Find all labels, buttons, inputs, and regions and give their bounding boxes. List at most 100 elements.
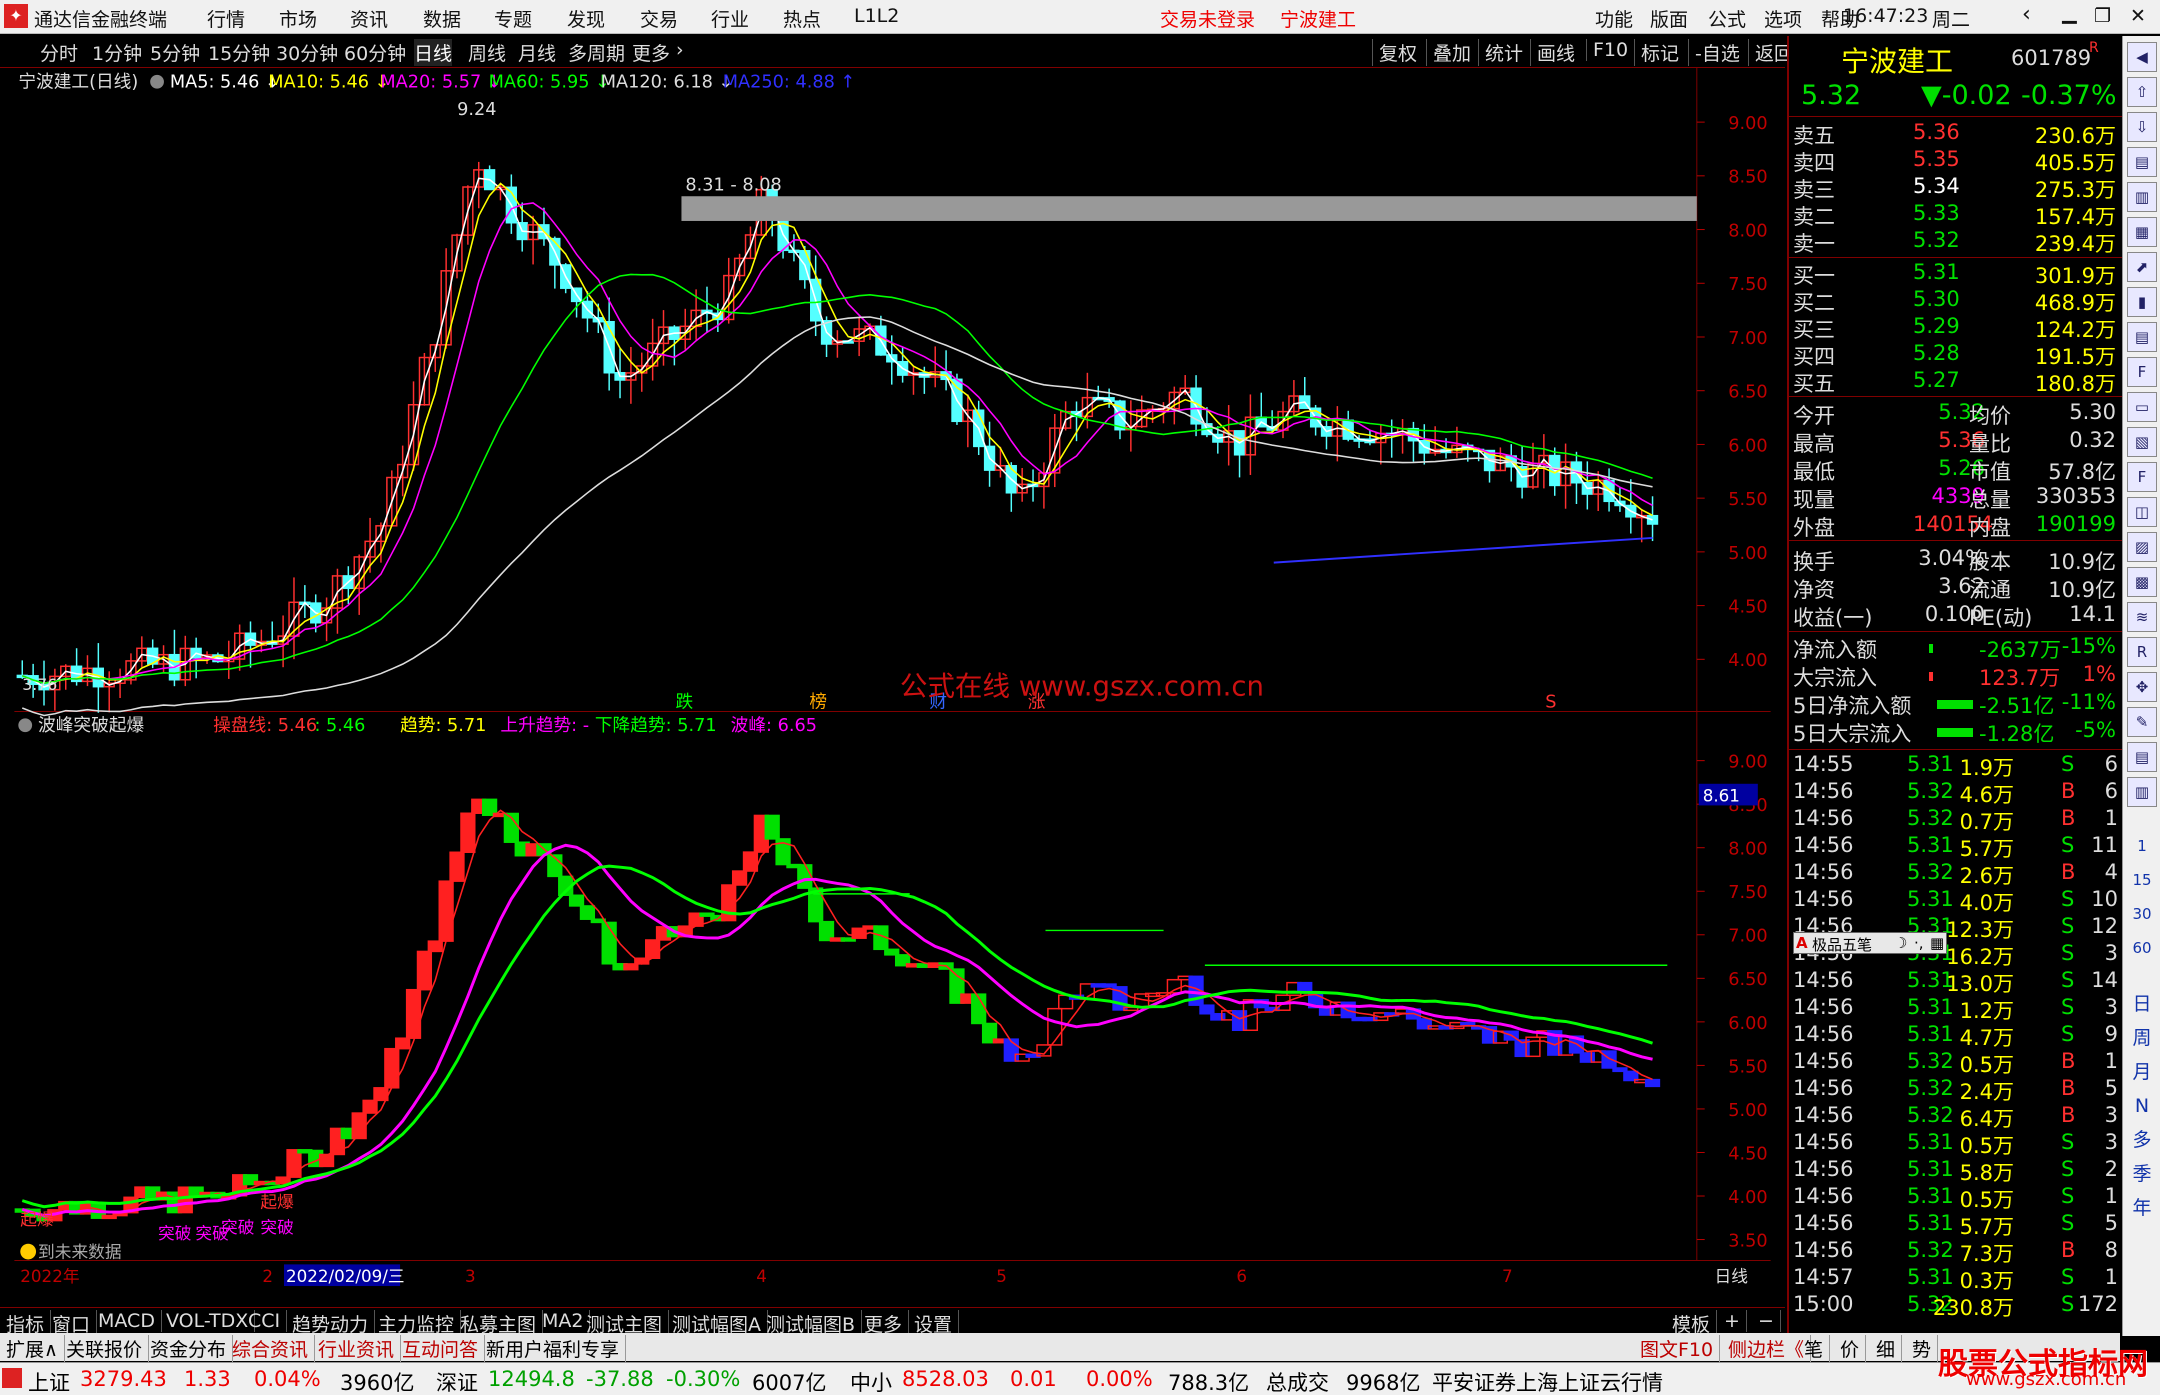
link-right-1[interactable]: 侧边栏《: [1728, 1335, 1812, 1362]
menu-item-2[interactable]: 资讯: [350, 5, 388, 32]
link-right-5[interactable]: 势: [1912, 1335, 1939, 1362]
indicator-tab-4[interactable]: CCI: [248, 1310, 288, 1332]
side-tool-icon-6[interactable]: ⬈: [2127, 252, 2157, 282]
ask-row-0[interactable]: 卖五 5.36 230.6万: [1789, 120, 2122, 148]
remove-icon[interactable]: −: [1758, 1310, 1781, 1332]
side-tool-icon-18[interactable]: ✥: [2127, 672, 2157, 702]
link-right-3[interactable]: 价: [1840, 1335, 1867, 1362]
toolbar-button-1[interactable]: 叠加: [1426, 39, 1471, 66]
bid-row-1[interactable]: 买二 5.30 468.9万: [1789, 287, 2122, 315]
link-3[interactable]: 综合资讯: [232, 1335, 316, 1362]
period-tab-6[interactable]: 日线: [414, 39, 453, 66]
side-tool-icon-3[interactable]: ▤: [2127, 147, 2157, 177]
menu-item-5[interactable]: 发现: [567, 5, 605, 32]
toolbar-button-3[interactable]: 画线: [1530, 39, 1575, 66]
ask-row-4[interactable]: 卖一 5.32 239.4万: [1789, 228, 2122, 256]
bid-row-4[interactable]: 买五 5.27 180.8万: [1789, 368, 2122, 396]
period-tab-5[interactable]: 60分钟: [344, 39, 406, 66]
period-switch-5[interactable]: 季: [2127, 1160, 2157, 1190]
toolbar-button-4[interactable]: F10: [1586, 39, 1628, 61]
event-marker-4[interactable]: S: [1545, 693, 1556, 713]
menu-item-6[interactable]: 交易: [640, 5, 678, 32]
legend-settings-icon[interactable]: [150, 74, 164, 89]
side-num-icon-1[interactable]: 1: [2127, 832, 2157, 862]
side-tool-icon-9[interactable]: F: [2127, 357, 2157, 387]
toolbar-button-2[interactable]: 统计: [1478, 39, 1523, 66]
link-2[interactable]: 资金分布: [150, 1335, 234, 1362]
menu-item-8[interactable]: 热点: [783, 5, 821, 32]
side-tool-icon-12[interactable]: F: [2127, 462, 2157, 492]
event-marker-1[interactable]: 榜: [809, 692, 827, 713]
side-tool-icon-11[interactable]: ▧: [2127, 427, 2157, 457]
side-tool-icon-19[interactable]: ✎: [2127, 707, 2157, 737]
menu-item-4[interactable]: 专题: [494, 5, 532, 32]
bid-row-3[interactable]: 买四 5.28 191.5万: [1789, 341, 2122, 369]
side-tool-icon-0[interactable]: ◀: [2127, 42, 2157, 72]
toolbar-button-0[interactable]: 复权: [1372, 39, 1417, 66]
period-switch-2[interactable]: 月: [2127, 1058, 2157, 1088]
sub-legend-settings-icon[interactable]: [18, 718, 33, 733]
side-tool-icon-7[interactable]: ▮: [2127, 287, 2157, 317]
period-switch-3[interactable]: N: [2127, 1092, 2157, 1122]
side-tool-icon-5[interactable]: ▦: [2127, 217, 2157, 247]
indicator-tab-3[interactable]: VOL-TDX: [166, 1310, 256, 1332]
menu-item-3[interactable]: 数据: [423, 5, 461, 32]
side-tool-icon-8[interactable]: ▤: [2127, 322, 2157, 352]
side-num-icon-30[interactable]: 30: [2127, 900, 2157, 930]
side-tool-icon-10[interactable]: ▭: [2127, 392, 2157, 422]
side-tool-icon-21[interactable]: ▥: [2127, 777, 2157, 807]
ask-row-1[interactable]: 卖四 5.35 405.5万: [1789, 147, 2122, 175]
login-status[interactable]: 交易未登录: [1160, 5, 1255, 32]
ask-row-2[interactable]: 卖三 5.34 275.3万: [1789, 174, 2122, 202]
event-marker-0[interactable]: 跌: [676, 692, 694, 713]
toolbar-button-6[interactable]: -自选: [1688, 39, 1740, 66]
right-menu-item-0[interactable]: 功能: [1595, 5, 1633, 32]
period-switch-0[interactable]: 日: [2127, 990, 2157, 1020]
menu-item-7[interactable]: 行业: [711, 5, 749, 32]
side-tool-icon-17[interactable]: R: [2127, 637, 2157, 667]
toolbar-button-5[interactable]: 标记: [1634, 39, 1679, 66]
period-tab-9[interactable]: 多周期: [568, 39, 625, 66]
period-tab-8[interactable]: 月线: [518, 39, 556, 66]
link-right-2[interactable]: 笔: [1804, 1335, 1831, 1362]
close-icon[interactable]: ✕: [2130, 5, 2146, 27]
side-tool-icon-2[interactable]: ⇩: [2127, 112, 2157, 142]
menu-item-0[interactable]: 行情: [207, 5, 245, 32]
side-tool-icon-14[interactable]: ▨: [2127, 532, 2157, 562]
side-tool-icon-13[interactable]: ◫: [2127, 497, 2157, 527]
right-menu-item-1[interactable]: 版面: [1650, 5, 1688, 32]
period-tab-4[interactable]: 30分钟: [276, 39, 338, 66]
side-tool-icon-1[interactable]: ⇧: [2127, 77, 2157, 107]
menu-item-1[interactable]: 市场: [279, 5, 317, 32]
ask-row-3[interactable]: 卖二 5.33 157.4万: [1789, 201, 2122, 229]
side-num-icon-15[interactable]: 15: [2127, 866, 2157, 896]
period-tab-3[interactable]: 15分钟: [208, 39, 270, 66]
side-tool-icon-4[interactable]: ▥: [2127, 182, 2157, 212]
link-0[interactable]: 扩展∧: [6, 1335, 65, 1362]
bid-row-0[interactable]: 买一 5.31 301.9万: [1789, 260, 2122, 288]
right-menu-item-4[interactable]: 帮助: [1821, 5, 1859, 32]
period-switch-1[interactable]: 周: [2127, 1024, 2157, 1054]
kline-chart[interactable]: 9.00 8.50 8.00 7.50 7.00 6.50 6.00 5.50 5.00 4.50…: [0, 68, 1785, 1288]
period-switch-6[interactable]: 年: [2127, 1194, 2157, 1224]
restore-icon[interactable]: ❐: [2094, 5, 2111, 27]
back-icon[interactable]: ‹: [2022, 2, 2031, 27]
link-5[interactable]: 互动问答: [402, 1335, 486, 1362]
period-tab-7[interactable]: 周线: [468, 39, 506, 66]
period-tab-2[interactable]: 5分钟: [150, 39, 200, 66]
indicator-tab-8[interactable]: MA2: [542, 1310, 591, 1332]
side-tool-icon-16[interactable]: ≋: [2127, 602, 2157, 632]
side-num-icon-60[interactable]: 60: [2127, 934, 2157, 964]
future-data-label[interactable]: 到未来数据: [38, 1242, 122, 1262]
period-tab-1[interactable]: 1分钟: [92, 39, 142, 66]
period-tab-10[interactable]: 更多: [632, 39, 670, 66]
link-right-4[interactable]: 细: [1876, 1335, 1903, 1362]
ime-popup[interactable]: A 极品五笔 ☽ ·, ▦: [1793, 932, 1947, 954]
side-tool-icon-15[interactable]: ▩: [2127, 567, 2157, 597]
tab-arrow-icon[interactable]: ›: [676, 39, 684, 61]
right-menu-item-3[interactable]: 选项: [1764, 5, 1802, 32]
link-right-0[interactable]: 图文F10: [1640, 1335, 1721, 1362]
add-icon[interactable]: +: [1724, 1310, 1747, 1332]
bid-row-2[interactable]: 买三 5.29 124.2万: [1789, 314, 2122, 342]
minimize-icon[interactable]: ▁: [2062, 2, 2077, 24]
